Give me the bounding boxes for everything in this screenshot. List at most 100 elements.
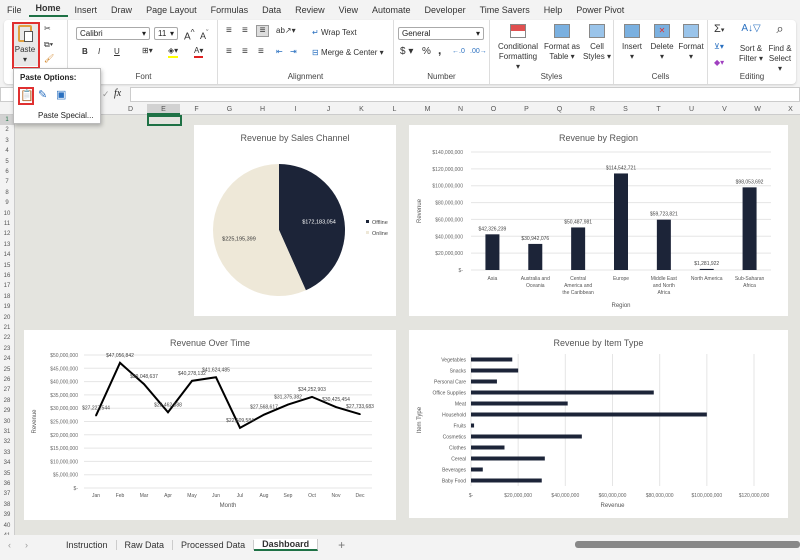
formula-input[interactable] — [130, 87, 800, 102]
row-header[interactable]: 16 — [0, 271, 14, 281]
line-point[interactable] — [359, 413, 361, 416]
prev-sheet-icon[interactable]: ‹ — [0, 540, 19, 550]
decrease-indent-icon[interactable]: ⇤ — [276, 47, 283, 57]
bar[interactable] — [471, 379, 497, 384]
row-header[interactable]: 41 — [0, 531, 14, 535]
pie-chart-sales-channel[interactable]: Revenue by Sales Channel $172,183,054 $225… — [194, 125, 396, 316]
row-header[interactable]: 3 — [0, 136, 14, 146]
bar[interactable] — [471, 445, 505, 450]
column-header-H[interactable]: H — [246, 104, 279, 115]
row-header[interactable]: 11 — [0, 219, 14, 229]
clear-icon[interactable]: ◆▾ — [714, 58, 724, 68]
tab-draw[interactable]: Draw — [104, 5, 139, 15]
bar[interactable] — [571, 227, 586, 270]
row-header[interactable]: 6 — [0, 167, 14, 177]
bold-button[interactable]: B — [82, 47, 88, 57]
column-header-X[interactable]: X — [774, 104, 800, 115]
bar-chart-item-type[interactable]: Revenue by Item Type $- $20,000,000 $40,000… — [409, 330, 788, 518]
sheet-tab-instruction[interactable]: Instruction — [58, 540, 117, 550]
column-header-S[interactable]: S — [609, 104, 642, 115]
row-header[interactable]: 40 — [0, 521, 14, 531]
align-middle-icon[interactable]: ≡ — [242, 26, 248, 36]
column-header-F[interactable]: F — [180, 104, 213, 115]
tab-developer[interactable]: Developer — [418, 5, 473, 15]
column-header-W[interactable]: W — [741, 104, 774, 115]
tab-power-pivot[interactable]: Power Pivot — [569, 5, 631, 15]
bar[interactable] — [471, 390, 654, 395]
line-point[interactable] — [95, 414, 97, 417]
align-bottom-icon[interactable]: ≡ — [256, 25, 269, 37]
row-header[interactable]: 1 — [0, 115, 14, 126]
decrease-font-icon[interactable]: Aˇ — [200, 28, 209, 41]
row-header[interactable]: 26 — [0, 375, 14, 385]
row-header[interactable]: 28 — [0, 396, 14, 406]
bar[interactable] — [471, 456, 545, 461]
row-header[interactable]: 37 — [0, 489, 14, 499]
bar[interactable] — [471, 423, 475, 428]
paste-picture-icon[interactable]: ▣ — [56, 88, 66, 101]
tab-automate[interactable]: Automate — [365, 5, 418, 15]
bar[interactable] — [742, 187, 757, 270]
underline-button[interactable]: U — [114, 47, 120, 57]
row-header[interactable]: 9 — [0, 198, 14, 208]
bar[interactable] — [471, 478, 542, 483]
bar[interactable] — [471, 434, 582, 439]
selected-cell[interactable] — [147, 115, 182, 126]
bar-chart-region[interactable]: Revenue by Region $- $20,000,000 $40,000,00… — [409, 125, 788, 316]
column-header-U[interactable]: U — [675, 104, 708, 115]
align-top-icon[interactable]: ≡ — [226, 26, 232, 36]
decrease-decimal-icon[interactable]: .00→ — [470, 47, 487, 57]
tab-file[interactable]: File — [0, 5, 29, 15]
line-point[interactable] — [335, 406, 337, 408]
confirm-icon[interactable]: ✓ — [102, 89, 110, 100]
format-button[interactable]: Format ▾ — [676, 24, 706, 62]
horizontal-scrollbar[interactable] — [575, 541, 800, 548]
row-header[interactable]: 14 — [0, 250, 14, 260]
format-as-table-button[interactable]: Format as Table ▾ — [542, 24, 582, 62]
line-point[interactable] — [215, 376, 217, 379]
row-header[interactable]: 7 — [0, 177, 14, 187]
line-chart-revenue-time[interactable]: Revenue Over Time $- $5,000,000 $10,000,000… — [24, 330, 396, 520]
tab-page-layout[interactable]: Page Layout — [139, 5, 204, 15]
wrap-text-button[interactable]: ↵ Wrap Text — [312, 28, 357, 38]
row-header[interactable]: 21 — [0, 323, 14, 333]
sort-filter-button[interactable]: A↓▽ Sort & Filter ▾ — [738, 24, 764, 64]
line-point[interactable] — [239, 427, 241, 429]
insert-button[interactable]: Insert ▾ — [618, 24, 646, 62]
paste-special-menu-item[interactable]: Paste Special... — [38, 111, 94, 120]
bar[interactable] — [471, 412, 707, 417]
line-point[interactable] — [143, 383, 145, 385]
row-header[interactable]: 15 — [0, 261, 14, 271]
column-header-L[interactable]: L — [378, 104, 411, 115]
row-header[interactable]: 17 — [0, 281, 14, 291]
row-header[interactable]: 39 — [0, 510, 14, 520]
find-select-button[interactable]: ⌕ Find & Select ▾ — [766, 22, 794, 74]
copy-icon[interactable]: ⧉▾ — [44, 40, 53, 50]
bar[interactable] — [471, 357, 513, 362]
row-header[interactable]: 32 — [0, 437, 14, 447]
row-header[interactable]: 29 — [0, 406, 14, 416]
column-header-Q[interactable]: Q — [543, 104, 576, 115]
increase-decimal-icon[interactable]: ←.0 — [452, 47, 465, 57]
line-point[interactable] — [167, 411, 169, 414]
column-header-P[interactable]: P — [510, 104, 543, 115]
font-name-select[interactable]: Calibri ▾ — [76, 27, 150, 40]
tab-formulas[interactable]: Formulas — [204, 5, 256, 15]
number-format-select[interactable]: General ▾ — [398, 27, 484, 40]
column-header-K[interactable]: K — [345, 104, 378, 115]
column-header-M[interactable]: M — [411, 104, 444, 115]
line-point[interactable] — [119, 362, 121, 364]
orientation-icon[interactable]: ab↗▾ — [276, 26, 296, 36]
paste-keep-source-icon[interactable]: 📋 — [18, 87, 34, 105]
line-point[interactable] — [287, 403, 289, 406]
conditional-formatting-button[interactable]: Conditional Formatting ▾ — [496, 24, 540, 72]
row-header[interactable]: 30 — [0, 417, 14, 427]
tab-insert[interactable]: Insert — [68, 5, 105, 15]
sheet-tab-raw-data[interactable]: Raw Data — [117, 540, 174, 550]
tab-data[interactable]: Data — [255, 5, 288, 15]
increase-indent-icon[interactable]: ⇥ — [290, 47, 297, 57]
row-header[interactable]: 33 — [0, 448, 14, 458]
row-header[interactable]: 12 — [0, 229, 14, 239]
row-header[interactable]: 38 — [0, 500, 14, 510]
align-left-icon[interactable]: ≡ — [226, 47, 232, 57]
